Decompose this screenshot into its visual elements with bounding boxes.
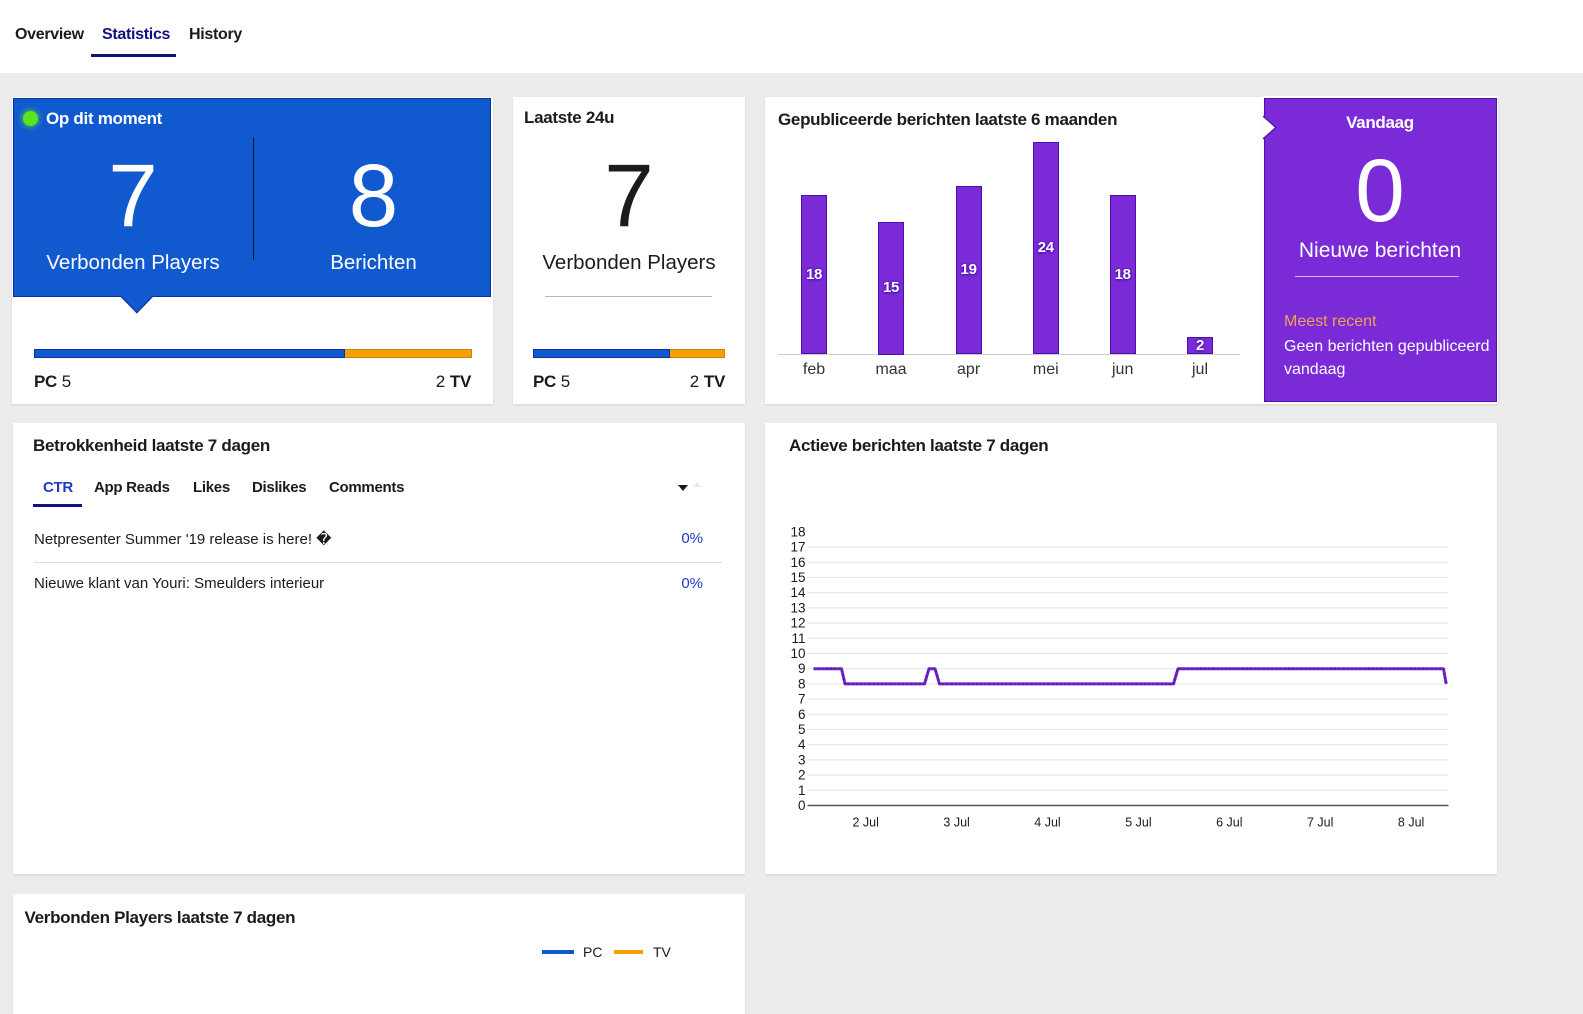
- svg-text:8 Jul: 8 Jul: [1397, 815, 1423, 829]
- svg-text:13: 13: [790, 600, 805, 615]
- svg-text:15: 15: [790, 570, 805, 585]
- svg-text:16: 16: [790, 554, 805, 569]
- svg-text:0: 0: [797, 798, 805, 813]
- svg-text:11: 11: [791, 630, 805, 645]
- svg-text:4 Jul: 4 Jul: [1034, 815, 1060, 829]
- svg-text:14: 14: [790, 585, 806, 600]
- svg-text:1: 1: [797, 782, 805, 797]
- svg-text:18: 18: [790, 524, 805, 539]
- svg-text:4: 4: [797, 737, 805, 752]
- svg-text:6 Jul: 6 Jul: [1216, 815, 1242, 829]
- svg-text:2: 2: [797, 767, 805, 782]
- svg-text:8: 8: [797, 676, 805, 691]
- svg-text:5 Jul: 5 Jul: [1125, 815, 1151, 829]
- svg-text:2 Jul: 2 Jul: [852, 815, 878, 829]
- svg-text:9: 9: [797, 661, 805, 676]
- svg-text:3: 3: [797, 752, 805, 767]
- svg-text:6: 6: [797, 706, 805, 721]
- svg-text:7: 7: [797, 691, 805, 706]
- svg-text:7 Jul: 7 Jul: [1306, 815, 1332, 829]
- svg-text:3 Jul: 3 Jul: [943, 815, 969, 829]
- svg-text:10: 10: [790, 646, 805, 661]
- svg-text:17: 17: [790, 539, 805, 554]
- svg-text:12: 12: [790, 615, 805, 630]
- svg-text:5: 5: [797, 722, 805, 737]
